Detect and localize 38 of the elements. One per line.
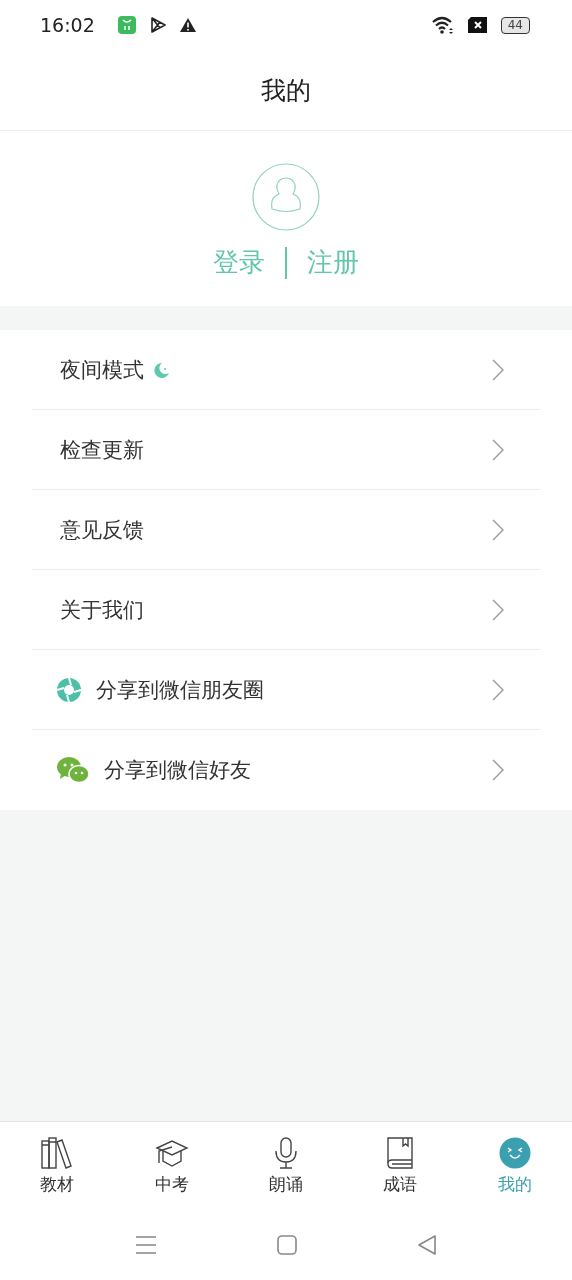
menu-item[interactable]: 分享到微信朋友圈	[32, 650, 540, 730]
chevron-right-icon	[492, 518, 504, 541]
menu-label: 夜间模式	[60, 356, 144, 384]
menu-icon[interactable]	[134, 1234, 158, 1256]
menu-label: 分享到微信好友	[104, 757, 251, 784]
menu-item[interactable]: 检查更新	[32, 410, 540, 490]
menu-item[interactable]: 意见反馈	[32, 490, 540, 570]
battery-icon: 44	[500, 16, 530, 34]
chat-bubbles-icon	[56, 756, 90, 784]
nav-tab[interactable]: 成语	[343, 1122, 458, 1210]
smiley-icon	[497, 1136, 532, 1169]
home-icon[interactable]	[276, 1234, 298, 1256]
play-icon	[148, 16, 167, 34]
chevron-right-icon	[492, 759, 504, 781]
chevron-right-icon	[492, 438, 504, 461]
chevron-right-icon	[492, 678, 504, 701]
chevron-right-icon	[492, 598, 504, 621]
app-notification-icon	[116, 15, 137, 35]
status-time: 16:02	[40, 14, 95, 36]
back-icon[interactable]	[416, 1234, 438, 1256]
nav-tab[interactable]: 教材	[0, 1122, 115, 1210]
menu-label: 检查更新	[60, 436, 144, 464]
menu-item[interactable]: 夜间模式	[32, 330, 540, 410]
menu-label: 分享到微信朋友圈	[96, 676, 264, 704]
no-sim-icon	[466, 16, 489, 34]
menu-item[interactable]: 关于我们	[32, 570, 540, 650]
books-icon	[40, 1136, 75, 1169]
aperture-icon	[56, 676, 82, 703]
moon-icon	[152, 360, 170, 379]
warning-icon	[178, 17, 197, 33]
menu-label: 意见反馈	[60, 516, 144, 544]
page-title: 我的	[261, 74, 311, 107]
menu-label: 关于我们	[60, 596, 144, 624]
nav-tab[interactable]: 朗诵	[228, 1122, 344, 1210]
nav-tab[interactable]: 中考	[114, 1122, 229, 1210]
menu-item[interactable]: 分享到微信好友	[32, 730, 540, 810]
chevron-right-icon	[492, 358, 504, 381]
wifi-icon	[430, 15, 455, 35]
